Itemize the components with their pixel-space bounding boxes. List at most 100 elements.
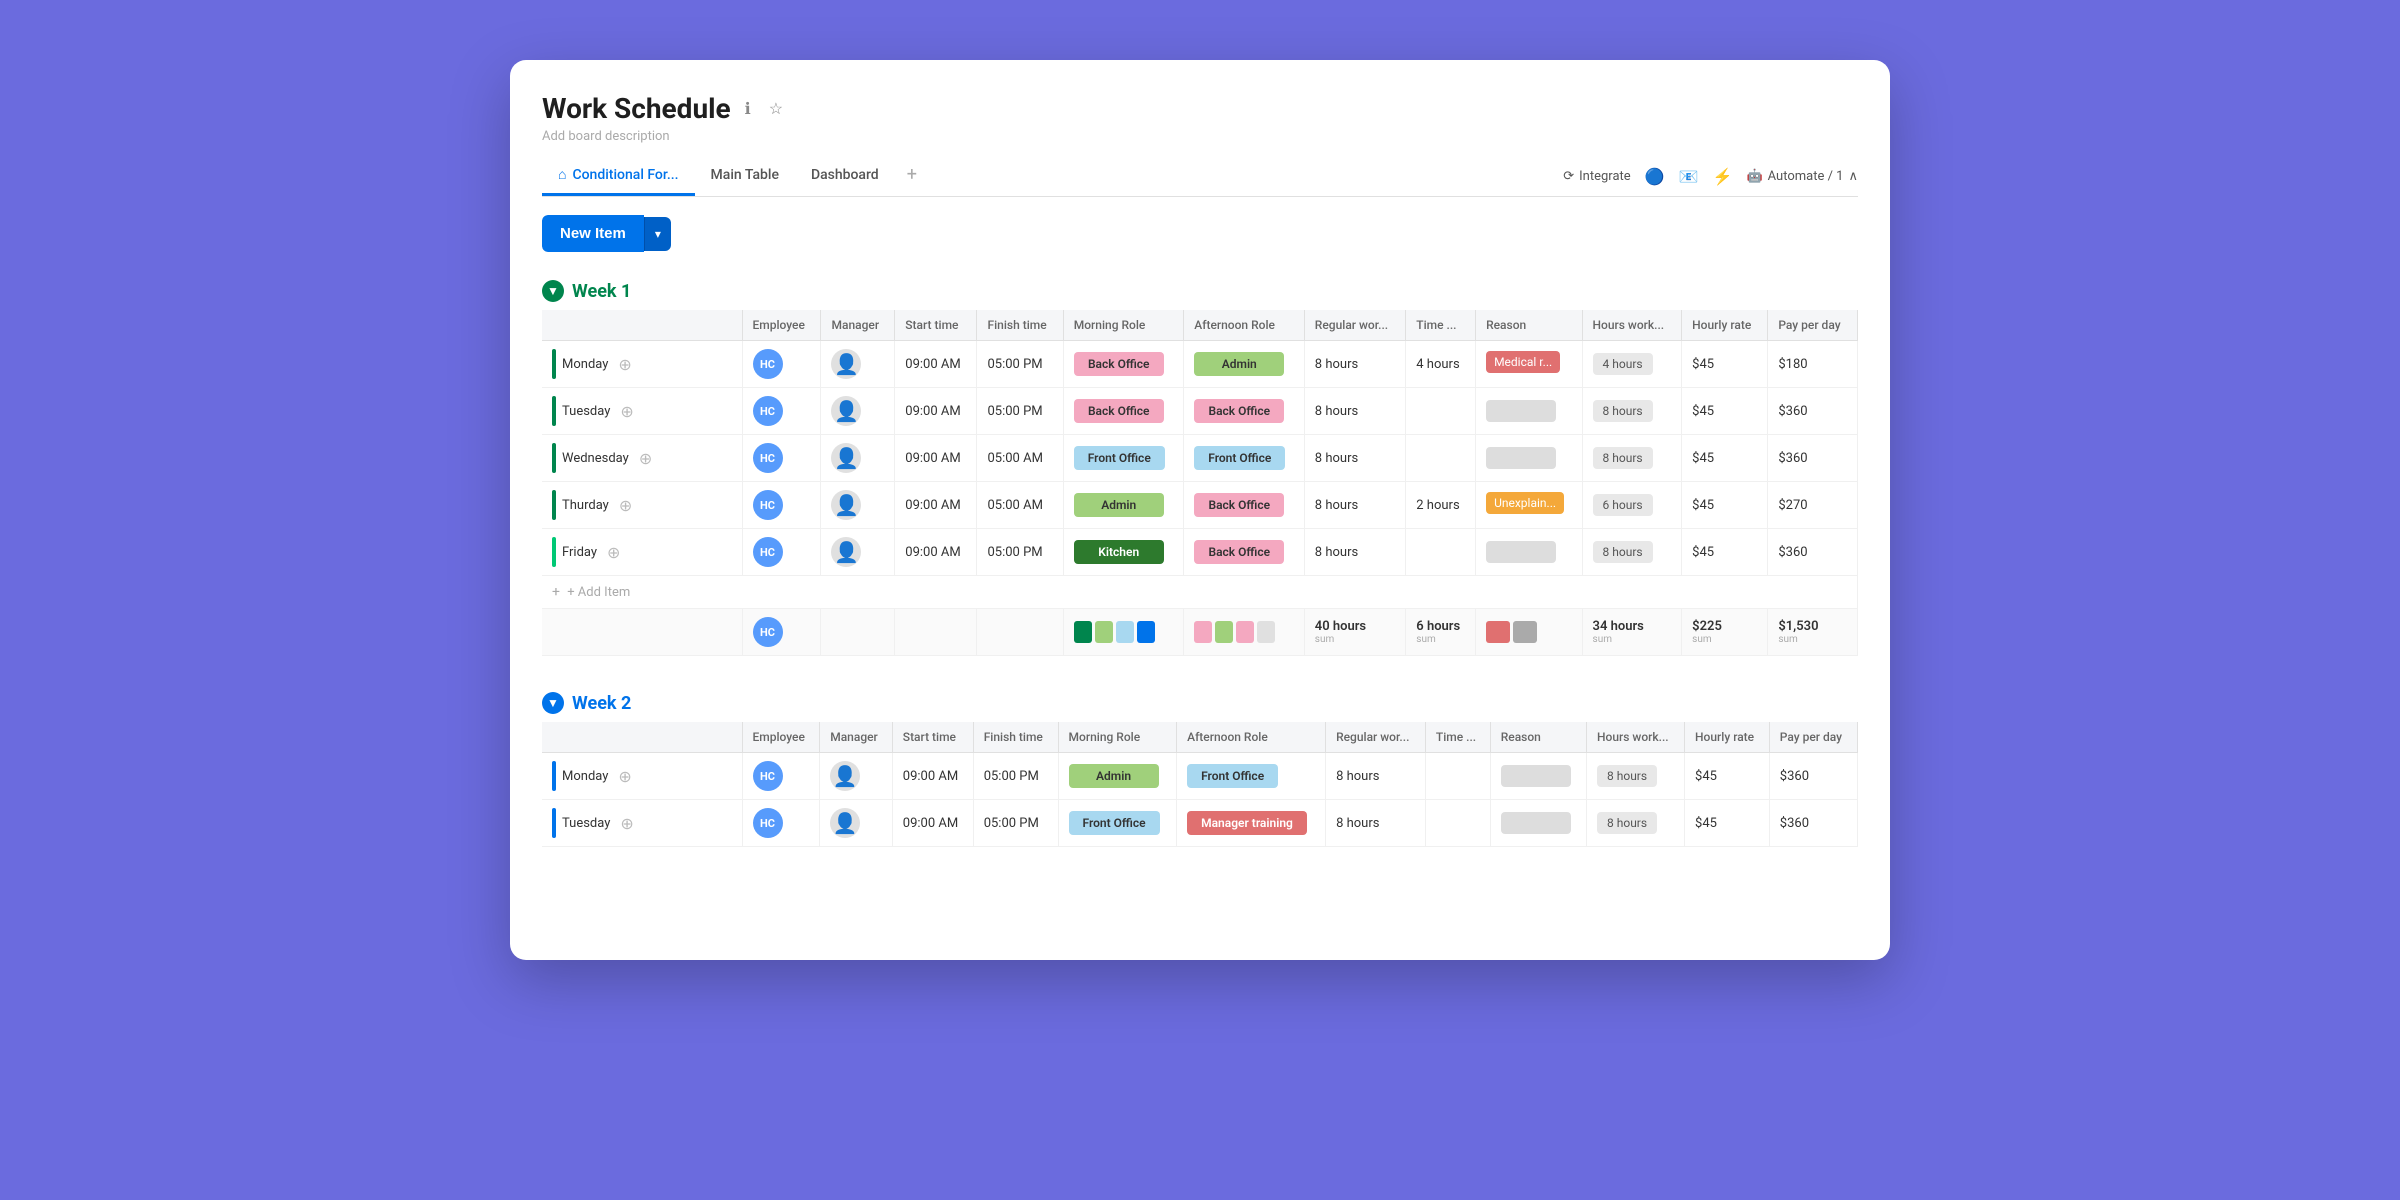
employee-avatar: HC bbox=[753, 808, 783, 838]
employee-avatar: HC bbox=[753, 537, 783, 567]
hourly-rate-cell: $45 bbox=[1682, 435, 1768, 482]
day-cell: Tuesday ⊕ bbox=[542, 800, 742, 847]
time-off-cell bbox=[1406, 388, 1476, 435]
afternoon-role-cell: Back Office bbox=[1184, 482, 1305, 529]
add-row-icon[interactable]: ⊕ bbox=[607, 543, 620, 562]
home-icon: ⌂ bbox=[558, 166, 566, 183]
info-icon[interactable]: ℹ bbox=[741, 97, 755, 121]
manager-cell: 👤 bbox=[821, 388, 895, 435]
manager-avatar: 👤 bbox=[831, 490, 861, 520]
reason-badge: Unexplain... bbox=[1486, 492, 1564, 514]
tab-dashboard[interactable]: Dashboard bbox=[795, 157, 895, 196]
integration-icon-2: 📧 bbox=[1679, 167, 1699, 186]
finish-time-cell: 05:00 AM bbox=[977, 435, 1063, 482]
morning-role-badge: Back Office bbox=[1074, 399, 1164, 423]
employee-avatar: HC bbox=[753, 490, 783, 520]
app-window: Work Schedule ℹ ☆ Add board description … bbox=[510, 60, 1890, 960]
col2-pay-per-day: Pay per day bbox=[1769, 722, 1857, 753]
manager-avatar: 👤 bbox=[830, 761, 860, 791]
time-off-cell bbox=[1425, 800, 1490, 847]
tab-conditional[interactable]: ⌂ Conditional For... bbox=[542, 156, 695, 196]
summary-rate-label: sum bbox=[1692, 634, 1711, 645]
start-time-cell: 09:00 AM bbox=[895, 482, 977, 529]
week1-toggle[interactable]: ▼ bbox=[542, 280, 564, 302]
morning-role-cell: Kitchen bbox=[1063, 529, 1184, 576]
add-item-cell[interactable]: + + Add Item bbox=[542, 576, 1858, 609]
new-item-caret-button[interactable]: ▾ bbox=[644, 217, 671, 251]
employee-cell: HC bbox=[742, 435, 821, 482]
pay-per-day-cell: $360 bbox=[1769, 753, 1857, 800]
afternoon-role-badge: Front Office bbox=[1187, 764, 1278, 788]
week1-summary-row: HC 40 hours sum 6 hours sum 34 hours sum bbox=[542, 609, 1858, 656]
reason-cell bbox=[1490, 753, 1586, 800]
day-label: Tuesday bbox=[562, 404, 610, 419]
add-row-icon[interactable]: ⊕ bbox=[620, 402, 633, 421]
start-time-cell: 09:00 AM bbox=[895, 529, 977, 576]
reason-cell: Medical r... bbox=[1476, 341, 1582, 388]
tab-main-table[interactable]: Main Table bbox=[695, 157, 795, 196]
row-color-bar bbox=[552, 349, 556, 379]
add-row-icon[interactable]: ⊕ bbox=[620, 814, 633, 833]
summary-regular-label: sum bbox=[1315, 634, 1334, 645]
add-row-icon[interactable]: ⊕ bbox=[618, 767, 631, 786]
employee-avatar: HC bbox=[753, 396, 783, 426]
summary-manager bbox=[821, 609, 895, 656]
row-color-bar bbox=[552, 808, 556, 838]
morning-color-bar bbox=[1095, 621, 1113, 643]
tabs-left: ⌂ Conditional For... Main Table Dashboar… bbox=[542, 156, 929, 196]
board-header: Work Schedule ℹ ☆ Add board description bbox=[542, 92, 1858, 144]
week2-section: ▼ Week 2 Employee Manager Start time Fin… bbox=[542, 692, 1858, 847]
col-manager: Manager bbox=[821, 310, 895, 341]
hours-worked-cell: 8 hours bbox=[1587, 800, 1685, 847]
week1-table: Employee Manager Start time Finish time … bbox=[542, 310, 1858, 656]
morning-color-bar bbox=[1074, 621, 1092, 643]
integrate-button[interactable]: ⟳ Integrate bbox=[1563, 169, 1630, 184]
add-row-icon[interactable]: ⊕ bbox=[639, 449, 652, 468]
col-start: Start time bbox=[895, 310, 977, 341]
summary-hours-label: sum bbox=[1593, 634, 1612, 645]
reason-badge: Medical r... bbox=[1486, 351, 1560, 373]
time-off-cell: 2 hours bbox=[1406, 482, 1476, 529]
reason-color-bar bbox=[1513, 621, 1537, 643]
reason-color-bar bbox=[1486, 621, 1510, 643]
col-regular-work: Regular wor... bbox=[1304, 310, 1405, 341]
tab-conditional-label: Conditional For... bbox=[572, 167, 678, 183]
regular-work-cell: 8 hours bbox=[1326, 800, 1426, 847]
col2-hours-worked: Hours work... bbox=[1587, 722, 1685, 753]
morning-role-cell: Front Office bbox=[1058, 800, 1177, 847]
board-description[interactable]: Add board description bbox=[542, 129, 1858, 144]
day-cell: Thurday ⊕ bbox=[542, 482, 742, 529]
morning-role-badge: Kitchen bbox=[1074, 540, 1164, 564]
week1-title: Week 1 bbox=[572, 281, 631, 302]
new-item-main-button[interactable]: New Item bbox=[542, 215, 644, 252]
col-hourly-rate: Hourly rate bbox=[1682, 310, 1768, 341]
add-item-row[interactable]: + + Add Item bbox=[542, 576, 1858, 609]
col2-morning-role: Morning Role bbox=[1058, 722, 1177, 753]
add-tab-button[interactable]: + bbox=[895, 156, 929, 196]
summary-rate: $225 sum bbox=[1682, 609, 1768, 656]
employee-avatar: HC bbox=[753, 761, 783, 791]
week2-toggle[interactable]: ▼ bbox=[542, 692, 564, 714]
afternoon-role-badge: Front Office bbox=[1194, 446, 1285, 470]
hourly-rate-cell: $45 bbox=[1685, 753, 1770, 800]
col2-time-off: Time ... bbox=[1425, 722, 1490, 753]
start-time-cell: 09:00 AM bbox=[895, 435, 977, 482]
employee-cell: HC bbox=[742, 800, 820, 847]
hourly-rate-cell: $45 bbox=[1685, 800, 1770, 847]
manager-cell: 👤 bbox=[821, 435, 895, 482]
row-color-bar bbox=[552, 490, 556, 520]
star-icon[interactable]: ☆ bbox=[765, 97, 787, 121]
morning-role-badge: Admin bbox=[1069, 764, 1159, 788]
morning-color-bar bbox=[1137, 621, 1155, 643]
add-row-icon[interactable]: ⊕ bbox=[618, 355, 631, 374]
afternoon-color-bar bbox=[1194, 621, 1212, 643]
automate-button[interactable]: 🤖 Automate / 1 ∧ bbox=[1746, 169, 1858, 184]
regular-work-cell: 8 hours bbox=[1304, 435, 1405, 482]
summary-reason bbox=[1476, 609, 1582, 656]
afternoon-color-bar bbox=[1257, 621, 1275, 643]
afternoon-color-bar bbox=[1236, 621, 1254, 643]
summary-morning bbox=[1063, 609, 1184, 656]
summary-rate-val: $225 bbox=[1692, 619, 1722, 634]
add-row-icon[interactable]: ⊕ bbox=[619, 496, 632, 515]
hours-worked-cell: 8 hours bbox=[1582, 435, 1682, 482]
